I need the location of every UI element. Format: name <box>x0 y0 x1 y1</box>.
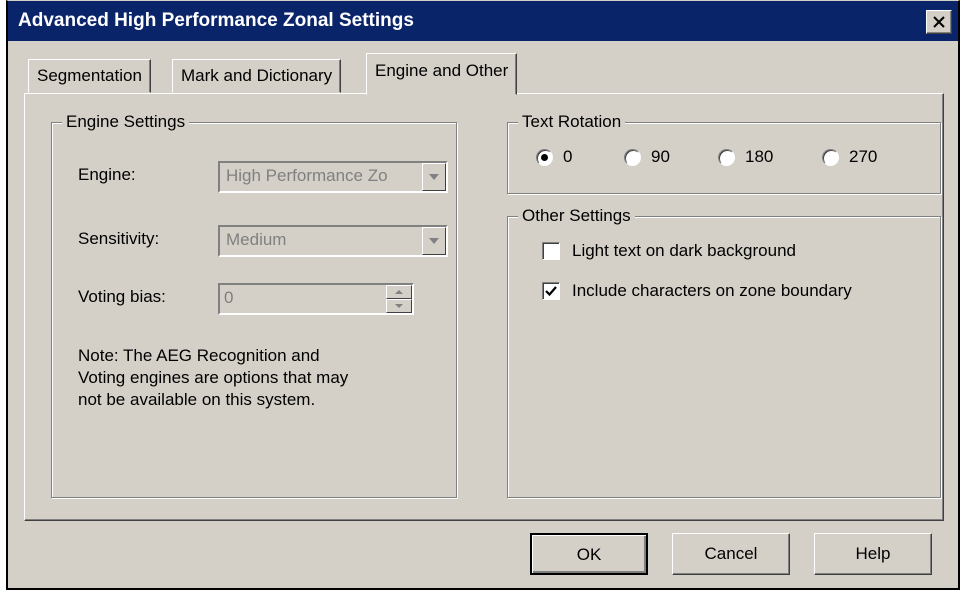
text-rotation-group: Text Rotation 0 90 180 270 <box>507 111 941 194</box>
sensitivity-select[interactable]: Medium <box>218 225 448 257</box>
tab-mark-and-dictionary[interactable]: Mark and Dictionary <box>172 59 342 93</box>
note-line: Voting engines are options that may <box>78 368 349 387</box>
checkbox-label: Include characters on zone boundary <box>572 281 852 300</box>
arrow-down-icon <box>395 304 403 308</box>
checkmark-icon <box>545 286 557 296</box>
help-button[interactable]: Help <box>814 533 932 575</box>
engine-dropdown-button[interactable] <box>422 163 446 191</box>
engine-select[interactable]: High Performance Zo <box>218 161 448 193</box>
sensitivity-label: Sensitivity: <box>78 229 160 248</box>
engine-note: Note: The AEG Recognition and Voting eng… <box>78 345 348 411</box>
radio-button[interactable] <box>536 148 553 166</box>
spin-down-button[interactable] <box>386 299 412 313</box>
radio-selected-dot <box>541 153 548 161</box>
engine-settings-group: Engine Settings Engine: High Performance… <box>51 111 457 498</box>
chevron-down-icon <box>429 238 439 244</box>
cancel-button[interactable]: Cancel <box>672 533 790 575</box>
checkbox-label: Light text on dark background <box>572 241 796 260</box>
include-boundary-checkbox[interactable]: Include characters on zone boundary <box>542 281 852 301</box>
radio-button[interactable] <box>822 148 839 166</box>
button-label: Cancel <box>704 544 758 563</box>
engine-label: Engine: <box>78 165 136 184</box>
tab-label: Mark and Dictionary <box>181 66 333 85</box>
sensitivity-dropdown-button[interactable] <box>422 227 446 255</box>
checkbox[interactable] <box>542 242 560 260</box>
rotation-radio-270[interactable]: 270 <box>822 147 877 167</box>
other-settings-group: Other Settings Light text on dark backgr… <box>507 205 941 498</box>
voting-bias-value: 0 <box>224 288 234 307</box>
rotation-radio-90[interactable]: 90 <box>624 147 670 167</box>
tab-label: Engine and Other <box>375 61 509 80</box>
tab-panel: Engine Settings Engine: High Performance… <box>24 93 944 521</box>
rotation-radio-180[interactable]: 180 <box>718 147 773 167</box>
close-icon <box>933 16 945 28</box>
tab-engine-and-other[interactable]: Engine and Other <box>366 53 518 95</box>
tab-segmentation[interactable]: Segmentation <box>28 59 151 93</box>
radio-button[interactable] <box>624 148 641 166</box>
settings-dialog: Advanced High Performance Zonal Settings… <box>6 0 960 590</box>
group-title: Engine Settings <box>62 111 190 133</box>
radio-label: 90 <box>651 147 670 166</box>
radio-label: 0 <box>563 147 573 166</box>
button-label: OK <box>576 545 602 564</box>
engine-value: High Performance Zo <box>226 166 388 185</box>
group-title: Text Rotation <box>518 111 626 133</box>
radio-label: 180 <box>745 147 774 166</box>
window-title: Advanced High Performance Zonal Settings <box>18 10 414 31</box>
title-bar: Advanced High Performance Zonal Settings <box>8 1 958 41</box>
note-line: not be available on this system. <box>78 390 316 409</box>
close-button[interactable] <box>926 10 952 34</box>
radio-button[interactable] <box>718 148 735 166</box>
rotation-radio-0[interactable]: 0 <box>536 147 572 167</box>
voting-bias-stepper[interactable]: 0 <box>218 283 414 315</box>
ok-button[interactable]: OK <box>530 533 648 575</box>
tab-label: Segmentation <box>37 66 142 85</box>
checkbox[interactable] <box>542 282 560 300</box>
group-title: Other Settings <box>518 205 635 227</box>
arrow-up-icon <box>395 290 403 294</box>
spin-up-button[interactable] <box>386 285 412 299</box>
note-line: Note: The AEG Recognition and <box>78 346 320 365</box>
voting-bias-label: Voting bias: <box>78 287 166 306</box>
button-label: Help <box>855 544 891 563</box>
chevron-down-icon <box>429 174 439 180</box>
radio-label: 270 <box>849 147 878 166</box>
light-text-checkbox[interactable]: Light text on dark background <box>542 241 796 261</box>
sensitivity-value: Medium <box>226 230 287 249</box>
